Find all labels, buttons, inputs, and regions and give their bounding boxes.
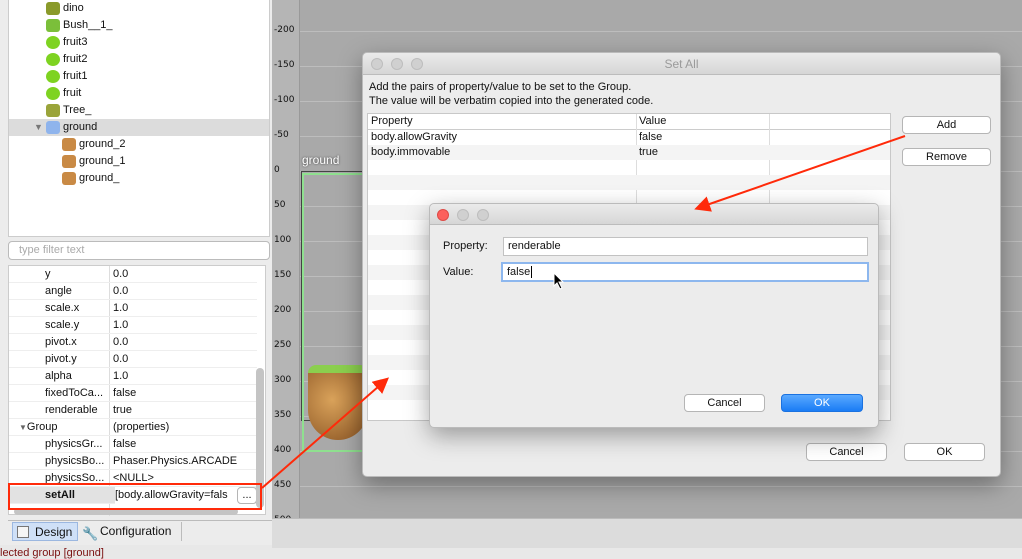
mouse-cursor-icon [553, 272, 565, 290]
arrow-to-add-dialog [694, 135, 906, 212]
arrow-to-set-all-dialog [261, 377, 390, 489]
annotation-arrows [261, 135, 906, 489]
